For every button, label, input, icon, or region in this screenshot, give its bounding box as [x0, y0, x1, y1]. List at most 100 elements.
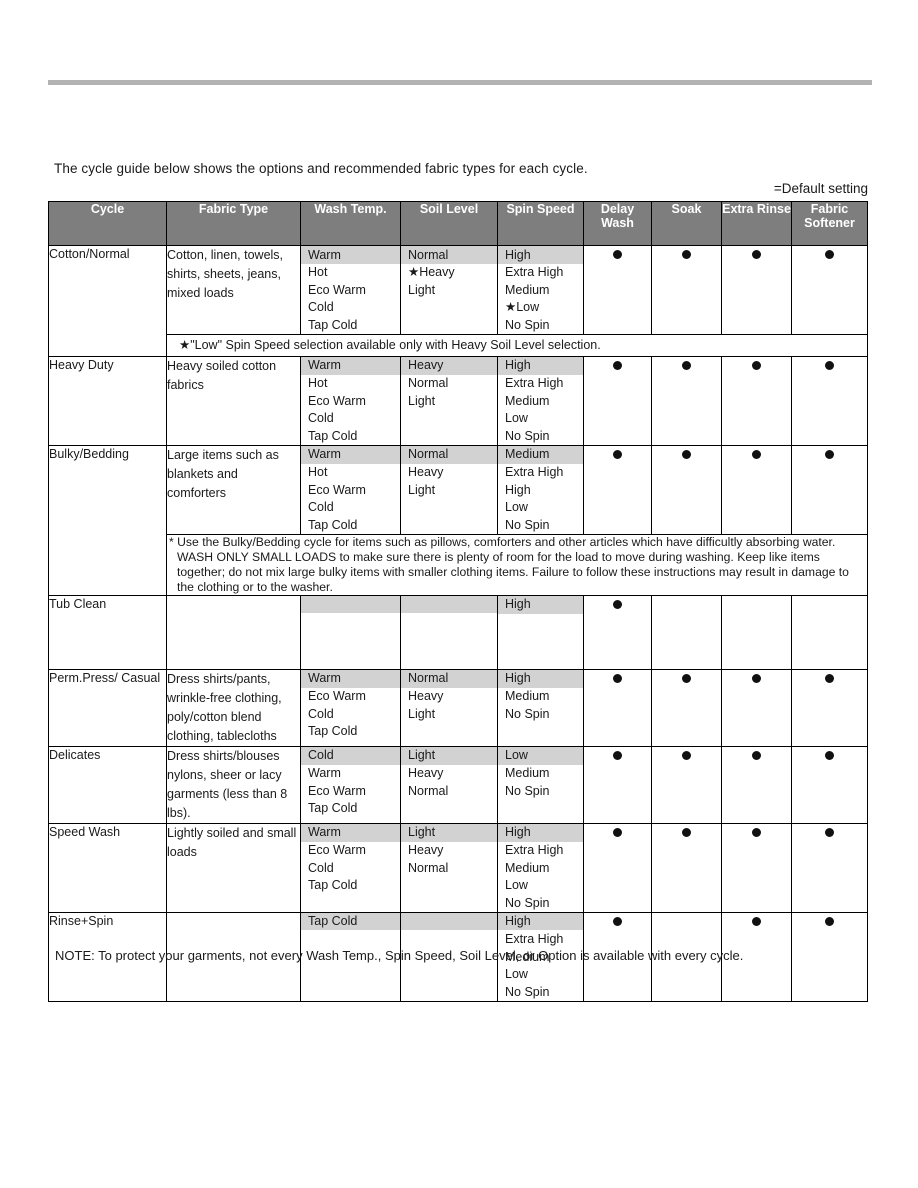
column-header-spin-speed: Spin Speed — [497, 201, 584, 246]
option-available-dot — [682, 449, 691, 459]
spin-speed-cell: High — [497, 594, 584, 670]
option-available-dot — [825, 827, 834, 837]
option-available-dot — [825, 916, 834, 926]
option-item-default: High — [498, 356, 583, 375]
column-header-wash-temp: Wash Temp. — [300, 201, 401, 246]
column-header-soak: Soak — [651, 201, 722, 246]
option-item: No Spin — [505, 984, 550, 999]
column-header-cycle: Cycle — [48, 201, 167, 246]
option-item: Extra High — [505, 376, 564, 391]
option-item: Eco Warm — [308, 843, 366, 857]
delay-wash-cell — [583, 444, 652, 535]
option-available-dot — [752, 449, 761, 459]
table-row: Delicates Dress shirts/blouses nylons, sh… — [48, 745, 868, 824]
wash-temp-cell: Warm Hot Eco Warm Cold Tap Cold — [300, 355, 401, 446]
option-item: No Spin — [505, 517, 550, 532]
option-item-default: Warm — [301, 823, 400, 842]
delay-wash-cell — [583, 668, 652, 747]
wash-temp-cell: Warm Hot Eco Warm Cold Tap Cold — [300, 245, 401, 335]
option-available-dot — [682, 750, 691, 760]
column-header-fabric-type: Fabric Type — [166, 201, 301, 246]
option-item: Hot — [308, 376, 328, 391]
extra-rinse-cell — [721, 355, 792, 446]
table-row: Cotton/Normal Cotton, linen, towels, shir… — [48, 245, 868, 357]
option-item: Eco Warm — [308, 689, 366, 703]
option-item: Eco Warm — [308, 482, 366, 497]
option-available-dot — [825, 250, 834, 259]
intro-text: The cycle guide below shows the options … — [54, 161, 588, 176]
fabric-softener-cell — [791, 668, 868, 747]
spin-speed-cell: High Extra High Medium Low No Spin — [497, 822, 584, 913]
option-item-default: Light — [401, 823, 497, 842]
option-available-dot — [825, 673, 834, 683]
option-available-dot — [752, 673, 761, 683]
option-item: Cold — [308, 706, 334, 721]
soak-cell — [651, 444, 722, 535]
option-item: Normal — [408, 376, 449, 391]
soak-cell — [651, 745, 722, 824]
option-item: Tap Cold — [308, 517, 358, 532]
manual-page: The cycle guide below shows the options … — [0, 0, 918, 1188]
option-available-dot — [613, 827, 622, 837]
option-item-default: High — [498, 246, 583, 264]
cycle-name-cell: Cotton/Normal — [48, 245, 167, 357]
option-item: Low — [505, 878, 528, 893]
option-item: Tap Cold — [308, 878, 358, 893]
option-item: Medium — [505, 282, 550, 297]
table-note-row: * Use the Bulky/Bedding cycle for items … — [49, 533, 868, 596]
table-row: Speed Wash Lightly soiled and small loads… — [48, 822, 868, 913]
option-available-dot — [825, 360, 834, 370]
option-item: Tap Cold — [308, 317, 358, 332]
option-item: No Spin — [505, 428, 550, 443]
table-note-row: ★"Low" Spin Speed selection available on… — [49, 333, 868, 357]
option-item-default: Normal — [401, 445, 497, 464]
option-item: ★Low — [505, 300, 540, 315]
option-item: Medium — [505, 689, 550, 703]
option-item: No Spin — [505, 317, 550, 332]
extra-rinse-cell — [721, 668, 792, 747]
option-item: ★Heavy — [408, 265, 455, 280]
option-item: Cold — [308, 300, 334, 315]
delay-wash-cell — [583, 245, 652, 335]
column-header-soil-level: Soil Level — [400, 201, 498, 246]
cycle-name-cell: Delicates — [48, 745, 167, 824]
option-item: No Spin — [505, 895, 550, 910]
soak-cell — [651, 668, 722, 747]
fabric-type-cell: Cotton, linen, towels, shirts, sheets, j… — [166, 245, 301, 335]
option-item: Extra High — [505, 465, 564, 480]
option-available-dot — [752, 360, 761, 370]
option-item-default: High — [498, 823, 583, 842]
soil-level-cell: Normal ★Heavy Light — [400, 245, 498, 335]
default-highlight-band — [301, 595, 400, 614]
table-header-row: Cycle Fabric Type Wash Temp. Soil Level … — [48, 201, 868, 246]
option-available-dot — [682, 250, 691, 259]
option-item: Low — [505, 967, 528, 982]
option-item-default: Warm — [301, 669, 400, 688]
option-item-default: High — [498, 912, 583, 931]
wash-temp-cell: Warm Eco Warm Cold Tap Cold — [300, 822, 401, 913]
fabric-softener-cell — [791, 822, 868, 913]
fabric-softener-cell — [791, 745, 868, 824]
fabric-softener-cell — [791, 911, 868, 1002]
option-item: Tap Cold — [308, 801, 358, 816]
option-item: Medium — [505, 393, 550, 408]
option-item: Low — [505, 411, 528, 426]
table-body: Cotton/Normal Cotton, linen, towels, shir… — [48, 245, 868, 1002]
option-available-dot — [613, 250, 622, 259]
option-item: Cold — [308, 411, 334, 426]
option-item: Heavy — [408, 689, 444, 703]
wash-temp-cell — [300, 594, 401, 670]
soak-cell — [651, 245, 722, 335]
spin-speed-cell: High Extra High Medium Low No Spin — [497, 355, 584, 446]
option-item-default: Tap Cold — [301, 912, 400, 931]
wash-temp-cell: Warm Eco Warm Cold Tap Cold — [300, 668, 401, 747]
option-item-default: Normal — [401, 669, 497, 688]
fabric-softener-cell — [791, 444, 868, 535]
fabric-type-cell — [166, 594, 301, 670]
option-item: Cold — [308, 860, 334, 875]
default-highlight-band — [401, 912, 497, 931]
option-item: Extra High — [505, 265, 564, 280]
option-available-dot — [613, 750, 622, 760]
option-item: Warm — [308, 766, 341, 780]
fabric-softener-cell — [791, 245, 868, 335]
